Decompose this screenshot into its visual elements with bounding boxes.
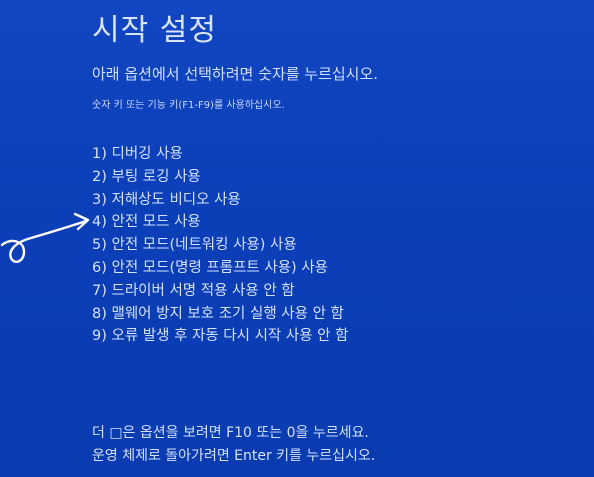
instruction-text: 아래 옵션에서 선택하려면 숫자를 누르십시오. <box>92 65 379 83</box>
option-enable-low-resolution-video[interactable]: 3) 저해상도 비디오 사용 <box>92 189 348 212</box>
option-safe-mode-command-prompt[interactable]: 6) 안전 모드(명령 프롬프트 사용) 사용 <box>92 257 348 280</box>
option-safe-mode-networking[interactable]: 5) 안전 모드(네트워킹 사용) 사용 <box>92 234 348 257</box>
startup-settings-screen: 시작 설정 아래 옵션에서 선택하려면 숫자를 누르십시오. 숫자 키 또는 기… <box>0 0 594 477</box>
return-to-os-hint: 운영 체제로 돌아가려면 Enter 키를 누르십시오. <box>92 448 376 464</box>
more-options-hint: 더 □은 옵션을 보려면 F10 또는 0을 누르세요. <box>92 425 369 441</box>
hand-drawn-arrow-icon <box>0 212 90 263</box>
option-enable-debugging[interactable]: 1) 디버깅 사용 <box>92 143 348 166</box>
option-enable-safe-mode[interactable]: 4) 안전 모드 사용 <box>92 211 348 234</box>
page-title: 시작 설정 <box>92 13 217 48</box>
startup-options-list: 1) 디버깅 사용 2) 부팅 로깅 사용 3) 저해상도 비디오 사용 4) … <box>92 143 348 348</box>
option-disable-driver-signature-enforcement[interactable]: 7) 드라이버 서명 적용 사용 안 함 <box>92 280 348 303</box>
key-hint: 숫자 키 또는 기능 키(F1-F9)를 사용하십시오. <box>92 100 285 111</box>
option-enable-boot-logging[interactable]: 2) 부팅 로깅 사용 <box>92 166 348 189</box>
option-disable-auto-restart[interactable]: 9) 오류 발생 후 자동 다시 시작 사용 안 함 <box>92 325 348 348</box>
option-disable-early-launch-antimalware[interactable]: 8) 맬웨어 방지 보호 조기 실행 사용 안 함 <box>92 303 348 326</box>
